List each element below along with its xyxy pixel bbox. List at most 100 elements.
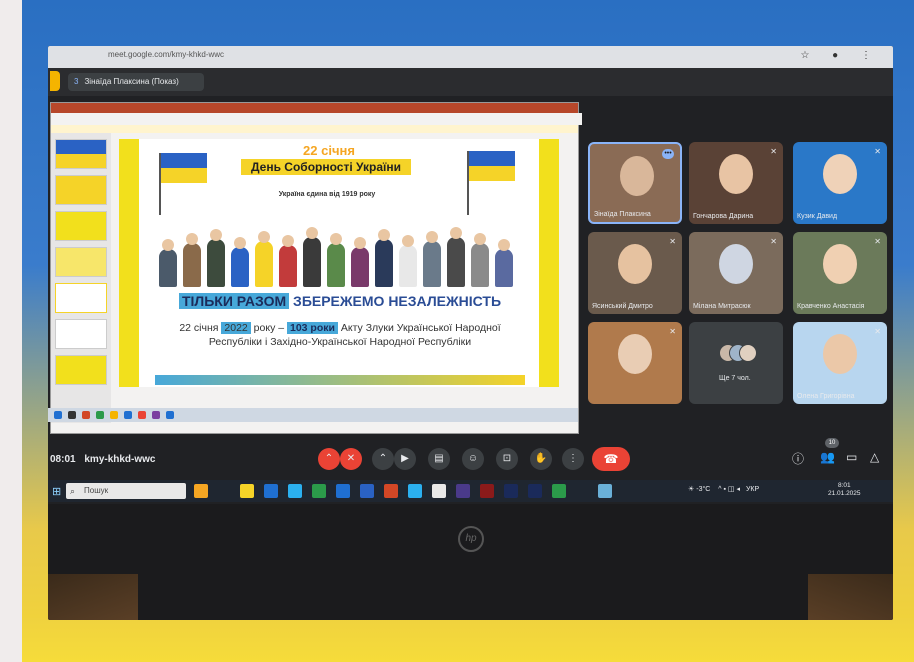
slide-thumb[interactable] [55, 211, 107, 241]
taskbar-app[interactable] [432, 484, 446, 498]
taskbar-app[interactable] [360, 484, 374, 498]
mic-muted-icon: ✕ [770, 237, 777, 246]
slide-thumb[interactable] [55, 139, 107, 169]
slogan-highlight: ТІЛЬКИ РАЗОМ [178, 293, 290, 309]
presenter-chip[interactable]: 3 Зінаїда Плаксина (Показ) [68, 73, 204, 91]
activities-icon[interactable]: △ [870, 450, 879, 464]
taskbar-app[interactable] [240, 484, 254, 498]
tray-date: 21.01.2025 [828, 490, 861, 497]
mic-toggle-button[interactable]: ✕ [340, 448, 362, 470]
participant-tile[interactable]: ✕ Ясинський Дмитро [588, 232, 682, 314]
taskbar-app[interactable] [528, 484, 542, 498]
body-suffix: Акту Злуки Української Народної Республі… [208, 322, 501, 348]
taskbar-app[interactable] [194, 484, 208, 498]
participant-tile[interactable]: ✕ Кравченко Анастасія [793, 232, 887, 314]
photo-left-edge [0, 0, 22, 662]
emoji-icon[interactable]: ☺ [462, 448, 484, 470]
participant-tile[interactable]: ✕ Олена Григорівна [793, 322, 887, 404]
more-participants-tile[interactable]: Ще 7 чол. [689, 322, 783, 404]
taskbar-search[interactable]: ⌕ Пошук [66, 483, 186, 499]
browser-bar: meet.google.com/kmy-khkd-wwc ☆ ● ⋮ [48, 46, 893, 68]
taskbar-app[interactable] [456, 484, 470, 498]
person-figure [231, 237, 249, 287]
slide-thumb[interactable] [55, 283, 107, 313]
taskbar-app[interactable] [598, 484, 612, 498]
app-icon [96, 411, 104, 419]
browser-toolbar-icons[interactable]: ☆ ● ⋮ [800, 50, 881, 61]
participant-video [719, 154, 753, 194]
avatar [739, 344, 757, 362]
participant-tile[interactable]: ✕ [588, 322, 682, 404]
info-icon[interactable]: ⓘ [792, 450, 804, 467]
captions-icon[interactable]: ▤ [428, 448, 450, 470]
person-figure [159, 239, 177, 287]
meeting-info: 08:01 kmy-khkd-wwc [50, 454, 156, 465]
participant-tile[interactable]: ✕ Кузик Давид [793, 142, 887, 224]
presenting-indicator [50, 71, 60, 91]
taskbar-app[interactable] [480, 484, 494, 498]
app-icon [124, 411, 132, 419]
slide-thumb[interactable] [55, 175, 107, 205]
camera-options-button[interactable]: ⌃ [372, 448, 394, 470]
participant-video [618, 334, 652, 374]
browser-url[interactable]: meet.google.com/kmy-khkd-wwc [108, 50, 288, 62]
participant-name: Кузик Давид [797, 213, 838, 220]
people-illustration [149, 213, 529, 287]
powerpoint-ribbon [51, 113, 582, 125]
participant-video [823, 334, 857, 374]
body-middle: року – [253, 322, 285, 334]
person-figure [279, 235, 297, 287]
ukraine-flag-left [161, 153, 207, 183]
present-screen-icon[interactable]: ⊡ [496, 448, 518, 470]
taskbar-app[interactable] [264, 484, 278, 498]
taskbar-app[interactable] [504, 484, 518, 498]
person-figure [447, 227, 465, 287]
more-options-icon[interactable]: ⋮ [562, 448, 584, 470]
app-icon [68, 411, 76, 419]
desk-surface-left [48, 574, 138, 620]
windows-start-icon[interactable]: ⊞ [52, 485, 61, 498]
taskbar-app[interactable] [552, 484, 566, 498]
mic-muted-icon: ✕ [874, 237, 881, 246]
participant-tile[interactable]: ✕ Гончарова Дарина [689, 142, 783, 224]
leave-call-button[interactable]: ☎ [592, 447, 630, 471]
app-icon [138, 411, 146, 419]
taskbar-app[interactable] [288, 484, 302, 498]
taskbar-app[interactable] [336, 484, 350, 498]
participant-tile[interactable]: ••• Зінаїда Плаксина [588, 142, 682, 224]
person-figure [399, 235, 417, 287]
chat-icon[interactable]: ▭ [846, 450, 857, 464]
slide-subheading: Україна єдина від 1919 року [278, 191, 376, 198]
people-icon[interactable]: 👥 [820, 450, 835, 464]
participant-name: Ясинський Дмитро [592, 303, 653, 310]
slide-thumb[interactable] [55, 355, 107, 385]
slide-bottom-decoration [155, 375, 525, 385]
participant-name: Кравченко Анастасія [797, 303, 865, 310]
slide-thumb[interactable] [55, 247, 107, 277]
camera-icon[interactable]: ▶ [394, 448, 416, 470]
slide-date: 22 січня [303, 143, 355, 158]
system-tray[interactable]: ☀ -3°C ^ ▪ ◫ ◂ УКР [688, 485, 759, 493]
participant-tile[interactable]: ✕ Мілана Митрасюк [689, 232, 783, 314]
app-icon [166, 411, 174, 419]
more-participants-label: Ще 7 чол. [719, 375, 751, 382]
taskbar-app[interactable] [408, 484, 422, 498]
slide-thumbnails [51, 133, 111, 423]
app-icon [54, 411, 62, 419]
taskbar-app[interactable] [384, 484, 398, 498]
tray-time: 8:01 [837, 482, 851, 489]
shared-presentation-window: 22 січня День Соборності України Україна… [50, 102, 582, 459]
more-options-icon[interactable]: ••• [662, 149, 674, 159]
tray-clock[interactable]: 8:01 21.01.2025 [828, 482, 861, 498]
yellow-background-band [22, 618, 914, 662]
tray-icons: ^ ▪ ◫ ◂ [718, 486, 741, 493]
taskbar-app[interactable] [312, 484, 326, 498]
participant-count-badge: 10 [825, 438, 839, 448]
mic-muted-icon: ✕ [770, 147, 777, 156]
person-figure [303, 227, 321, 287]
mic-options-button[interactable]: ⌃ [318, 448, 340, 470]
raise-hand-icon[interactable]: ✋ [530, 448, 552, 470]
slide-thumb[interactable] [55, 319, 107, 349]
person-figure [495, 239, 513, 287]
search-icon: ⌕ [70, 486, 76, 496]
